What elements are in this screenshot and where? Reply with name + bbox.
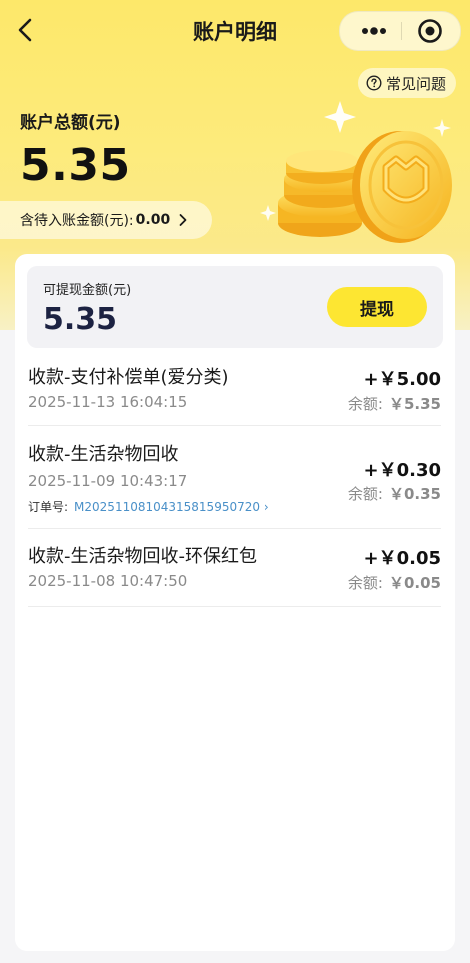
order-number-link[interactable]: M20251108104315815950720 › xyxy=(74,500,269,514)
transaction-row[interactable]: 收款-生活杂物回收-环保红包 +￥0.05 2025-11-08 10:47:5… xyxy=(28,542,441,607)
transaction-amount: +￥0.30 xyxy=(363,460,442,481)
withdrawable-label: 可提现金额(元) xyxy=(43,283,132,298)
balance-label: 余额: xyxy=(347,395,383,413)
more-button[interactable] xyxy=(354,16,394,46)
transaction-amount: +￥5.00 xyxy=(363,369,442,390)
more-dots-icon xyxy=(362,27,386,35)
order-label: 订单号: xyxy=(28,500,69,514)
withdraw-button[interactable]: 提现 xyxy=(327,287,427,327)
balance-value: ￥5.35 xyxy=(388,395,441,413)
pending-amount-row[interactable]: 含待入账金额(元): 0.00 xyxy=(0,201,212,239)
balance-label: 余额: xyxy=(347,485,383,503)
transaction-amount: +￥0.05 xyxy=(363,548,442,569)
transaction-time: 2025-11-09 10:43:17 xyxy=(28,472,188,490)
mini-program-capsule xyxy=(339,11,461,51)
withdrawable-amount: 5.35 xyxy=(43,302,118,337)
question-circle-icon xyxy=(366,75,382,91)
faq-button[interactable]: 常见问题 xyxy=(358,68,457,98)
transaction-balance: 余额: ￥0.35 xyxy=(348,483,441,504)
transaction-time: 2025-11-13 16:04:15 xyxy=(28,393,188,411)
transaction-title: 收款-生活杂物回收-环保红包 xyxy=(28,546,257,567)
withdrawable-panel: 可提现金额(元) 5.35 提现 xyxy=(27,266,443,348)
capsule-divider xyxy=(401,22,402,40)
transaction-balance: 余额: ￥5.35 xyxy=(348,393,441,414)
details-card: 可提现金额(元) 5.35 提现 收款-支付补偿单(爱分类) +￥5.00 20… xyxy=(15,254,455,951)
balance-value: ￥0.05 xyxy=(388,574,441,592)
order-number-row: 订单号: M20251108104315815950720 › xyxy=(28,498,269,515)
balance-value: ￥0.35 xyxy=(388,485,441,503)
pending-amount: 0.00 xyxy=(135,212,171,228)
nav-bar: 账户明细 xyxy=(0,0,470,60)
transaction-title: 收款-支付补偿单(爱分类) xyxy=(28,367,229,388)
target-icon xyxy=(418,19,442,43)
transaction-row[interactable]: 收款-生活杂物回收 +￥0.30 2025-11-09 10:43:17 余额:… xyxy=(28,440,441,529)
balance-label: 余额: xyxy=(347,574,383,592)
pending-label: 含待入账金额(元): xyxy=(20,213,134,229)
coins-illustration xyxy=(260,101,452,243)
total-balance-amount: 5.35 xyxy=(20,140,131,191)
transaction-title: 收款-生活杂物回收 xyxy=(28,444,179,465)
faq-label: 常见问题 xyxy=(386,74,447,93)
total-balance-label: 账户总额(元) xyxy=(20,113,121,133)
transaction-row[interactable]: 收款-支付补偿单(爱分类) +￥5.00 2025-11-13 16:04:15… xyxy=(28,363,441,426)
transaction-time: 2025-11-08 10:47:50 xyxy=(28,572,188,590)
transaction-balance: 余额: ￥0.05 xyxy=(348,572,441,593)
chevron-right-icon xyxy=(179,214,187,226)
close-button[interactable] xyxy=(416,17,444,45)
